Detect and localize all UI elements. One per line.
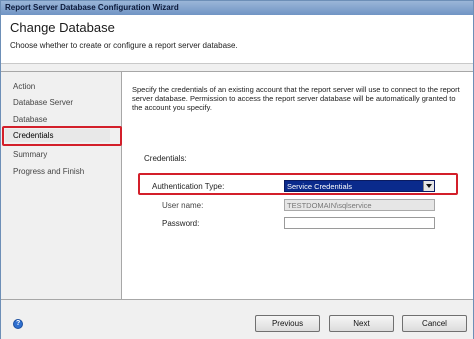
wizard-header: Change Database Choose whether to create… xyxy=(1,15,473,64)
credentials-highlight-frame xyxy=(2,126,122,146)
sidebar-item-action[interactable]: Action xyxy=(13,82,35,91)
help-icon-glyph: ? xyxy=(16,320,21,327)
dropdown-arrow-icon[interactable] xyxy=(423,181,434,191)
wizard-window: Report Server Database Configuration Wiz… xyxy=(0,0,474,339)
sidebar-item-summary[interactable]: Summary xyxy=(13,150,47,159)
title-bar[interactable]: Report Server Database Configuration Wiz… xyxy=(1,1,473,15)
help-icon[interactable]: ? xyxy=(13,319,23,329)
auth-type-dropdown[interactable]: Service Credentials xyxy=(284,180,435,192)
sidebar-item-database-server[interactable]: Database Server xyxy=(13,98,73,107)
password-field[interactable] xyxy=(284,217,435,229)
page-subtitle: Choose whether to create or configure a … xyxy=(10,41,238,50)
username-value: TESTDOMAIN\sqlservice xyxy=(287,201,372,210)
next-button[interactable]: Next xyxy=(329,315,394,332)
wizard-steps-sidebar: Action Database Server Database Credenti… xyxy=(1,72,122,299)
cancel-button[interactable]: Cancel xyxy=(402,315,467,332)
window-title: Report Server Database Configuration Wiz… xyxy=(5,3,179,12)
wizard-footer: ? Previous Next Cancel xyxy=(1,299,473,339)
sidebar-item-database[interactable]: Database xyxy=(13,115,47,124)
previous-button[interactable]: Previous xyxy=(255,315,320,332)
credentials-label: Credentials: xyxy=(144,154,187,163)
page-title: Change Database xyxy=(10,20,115,35)
main-content: Specify the credentials of an existing a… xyxy=(122,72,473,299)
sidebar-item-progress-and-finish[interactable]: Progress and Finish xyxy=(13,167,84,176)
auth-type-selected-value: Service Credentials xyxy=(287,182,353,191)
username-label: User name: xyxy=(162,201,204,210)
password-label: Password: xyxy=(162,219,200,228)
username-field[interactable]: TESTDOMAIN\sqlservice xyxy=(284,199,435,211)
instructions-text: Specify the credentials of an existing a… xyxy=(132,85,460,112)
auth-type-label: Authentication Type: xyxy=(152,182,225,191)
